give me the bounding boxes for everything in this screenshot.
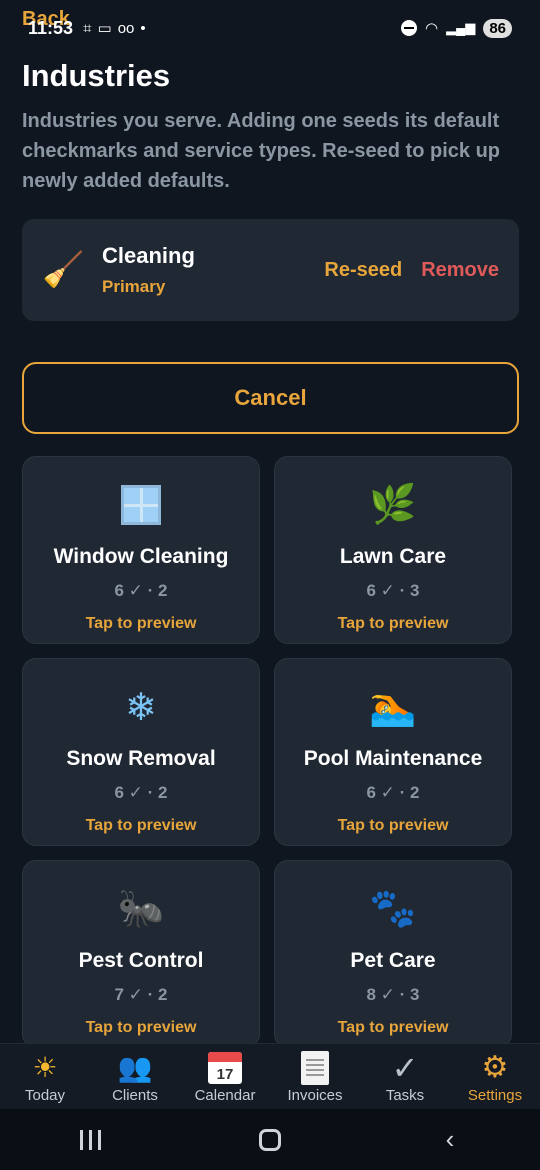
industry-tile-pet-care[interactable]: 🐾 Pet Care 8 ✓ · 3 Tap to preview [274,860,512,1048]
paw-prints-icon: 🐾 [369,888,417,930]
reseed-button[interactable]: Re-seed [324,259,402,282]
status-time: 11:53 [28,17,74,38]
cancel-button[interactable]: Cancel [22,362,519,434]
tab-today[interactable]: ☀ Today [0,1050,90,1104]
industry-tile-lawn-care[interactable]: 🌿 Lawn Care 6 ✓ · 3 Tap to preview [274,456,512,644]
tile-name: Pool Maintenance [303,747,483,770]
tab-clients[interactable]: 👥 Clients [90,1050,180,1104]
tile-stats: 7 ✓ · 2 [114,985,168,1004]
current-industry-card: 🧹 Cleaning Primary Re-seed Remove [22,219,519,321]
industry-tile-snow-removal[interactable]: ❄ Snow Removal 6 ✓ · 2 Tap to preview [22,658,260,846]
swimmer-icon: 🏊 [369,686,417,728]
industry-tile-pool-maintenance[interactable]: 🏊 Pool Maintenance 6 ✓ · 2 Tap to previe… [274,658,512,846]
primary-badge: Primary [102,277,166,296]
screenshot-icon: ⌗ [83,19,92,37]
do-not-disturb-icon [401,20,417,36]
remove-button[interactable]: Remove [421,259,499,282]
page-description: Industries you serve. Adding one seeds i… [22,110,500,192]
recent-apps-button[interactable] [60,1129,120,1150]
industry-tile-pest-control[interactable]: 🐜 Pest Control 7 ✓ · 2 Tap to preview [22,860,260,1048]
tile-preview-label: Tap to preview [85,817,197,834]
tile-name: Pet Care [350,949,436,972]
tab-invoices[interactable]: Invoices [270,1050,360,1104]
people-icon: 👥 [117,1052,153,1083]
tab-label: Settings [467,1086,523,1104]
snowflake-icon: ❄ [125,686,157,729]
industry-name: Cleaning [102,243,195,268]
industry-tile-window-cleaning[interactable]: Window Cleaning 6 ✓ · 2 Tap to preview [22,456,260,644]
tile-preview-label: Tap to preview [337,615,449,632]
tile-stats: 8 ✓ · 3 [366,985,420,1004]
tab-label: Clients [112,1086,158,1104]
cast-icon: ▭ [97,20,112,37]
checkmark-icon: ✓ [391,1049,419,1086]
industry-grid: Window Cleaning 6 ✓ · 2 Tap to preview 🌿… [22,456,512,1048]
tab-label: Invoices [287,1086,343,1104]
tile-preview-label: Tap to preview [85,1019,197,1036]
system-nav-bar: ‹ [0,1109,540,1170]
ant-icon: 🐜 [117,888,165,930]
tab-calendar[interactable]: 17 Calendar [180,1050,270,1104]
status-right: ◠ ▂▄▆ 86 [401,18,512,38]
tab-label: Calendar [194,1086,256,1104]
page-title: Industries [22,58,171,93]
battery-indicator: 86 [483,18,512,38]
tile-stats: 6 ✓ · 2 [114,581,168,600]
calendar-icon: 17 [208,1050,242,1086]
herb-icon: 🌿 [369,484,417,526]
home-button[interactable] [240,1128,300,1151]
status-notification-icons: ⌗ ▭ oo • [83,19,146,38]
tile-name: Window Cleaning [53,545,229,568]
tile-preview-label: Tap to preview [85,615,197,632]
industry-info: Cleaning Primary [102,243,324,297]
tab-label: Tasks [385,1086,425,1104]
broom-icon: 🧹 [42,251,85,289]
tab-label: Today [24,1086,66,1104]
wifi-icon: ◠ [425,20,439,37]
tile-name: Lawn Care [339,545,447,568]
back-nav-button[interactable]: ‹ [420,1124,480,1155]
window-icon [121,481,161,529]
tile-stats: 6 ✓ · 3 [366,581,420,600]
signal-icon: ▂▄▆ [446,20,476,35]
tile-stats: 6 ✓ · 2 [114,783,168,802]
tab-settings[interactable]: ⚙ Settings [450,1050,540,1104]
document-icon [301,1050,329,1086]
tile-name: Snow Removal [66,747,216,770]
tile-name: Pest Control [78,949,204,972]
tab-tasks[interactable]: ✓ Tasks [360,1050,450,1104]
voicemail-icon: oo [117,19,135,37]
tile-preview-label: Tap to preview [337,817,449,834]
gear-icon: ⚙ [481,1051,509,1084]
status-bar: Back 11:53 ⌗ ▭ oo • ◠ ▂▄▆ 86 [0,0,540,56]
sun-icon: ☀ [32,1052,58,1083]
tab-bar: ☀ Today 👥 Clients 17 Calendar Invoices ✓… [0,1043,540,1109]
tile-preview-label: Tap to preview [337,1019,449,1036]
tile-stats: 6 ✓ · 2 [366,783,420,802]
dot-icon: • [140,19,146,37]
